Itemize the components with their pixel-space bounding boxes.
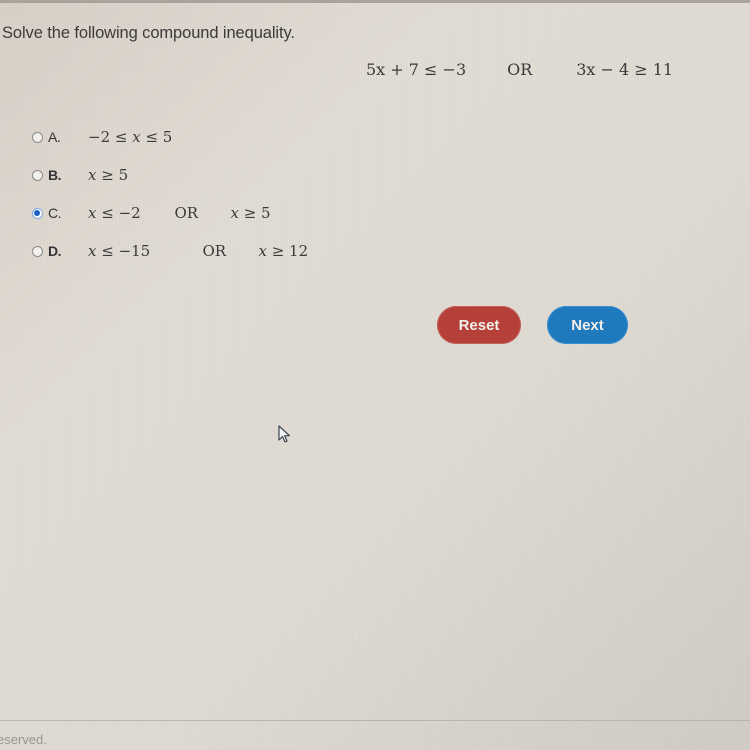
option-a[interactable]: A. −2 ≤ x ≤ 5: [32, 118, 308, 156]
answer-variable: x: [88, 166, 97, 184]
answer-part: ≥ 5: [96, 166, 129, 184]
radio-button-b[interactable]: [32, 169, 43, 181]
option-answer: x ≥ 5: [88, 166, 128, 184]
option-d[interactable]: D. x ≤ −15 OR x ≥ 12: [32, 232, 308, 270]
footer-copyright: eserved.: [0, 732, 47, 747]
inequality-left: 5x + 7 ≤ −3: [366, 60, 467, 79]
answer-part: ≥ 5: [238, 204, 271, 222]
option-answer: x ≤ −15 OR x ≥ 12: [88, 242, 308, 260]
answer-variable: x: [230, 204, 239, 222]
answer-variable: x: [132, 128, 141, 146]
answer-variable: x: [88, 204, 97, 222]
option-letter: B.: [48, 167, 62, 183]
radio-button-d[interactable]: [32, 245, 43, 257]
option-letter: C.: [48, 205, 62, 221]
answer-options: A. −2 ≤ x ≤ 5 B. x ≥ 5 C. x ≤ −2 OR x ≥ …: [32, 118, 308, 270]
compound-inequality: 5x + 7 ≤ −3 OR 3x − 4 ≥ 11: [366, 60, 673, 79]
radio-button-a[interactable]: [32, 131, 43, 143]
inequality-right: 3x − 4 ≥ 11: [576, 60, 674, 79]
answer-part: −2 ≤: [88, 128, 133, 146]
radio-button-c-selected[interactable]: [32, 207, 43, 219]
next-button[interactable]: Next: [547, 306, 628, 344]
answer-variable: x: [88, 242, 97, 260]
answer-variable: x: [258, 242, 267, 260]
answer-connector: OR: [202, 242, 227, 260]
answer-part: ≥ 12: [266, 242, 309, 260]
answer-part: ≤ −2: [96, 204, 141, 222]
answer-part: ≤ −15: [96, 242, 151, 260]
screen: Solve the following compound inequality.…: [0, 0, 750, 750]
mouse-cursor-icon: [278, 425, 291, 443]
inequality-connector: OR: [507, 60, 533, 79]
question-prompt: Solve the following compound inequality.: [2, 24, 295, 42]
option-b[interactable]: B. x ≥ 5: [32, 156, 308, 194]
option-answer: −2 ≤ x ≤ 5: [88, 128, 172, 146]
answer-connector: OR: [174, 204, 199, 222]
option-letter: A.: [48, 129, 61, 145]
answer-part: ≤ 5: [140, 128, 173, 146]
footer-divider: [0, 720, 750, 721]
option-answer: x ≤ −2 OR x ≥ 5: [88, 204, 271, 222]
option-letter: D.: [48, 243, 62, 259]
option-c[interactable]: C. x ≤ −2 OR x ≥ 5: [32, 194, 308, 232]
top-edge: [0, 0, 750, 3]
reset-button[interactable]: Reset: [437, 306, 521, 344]
